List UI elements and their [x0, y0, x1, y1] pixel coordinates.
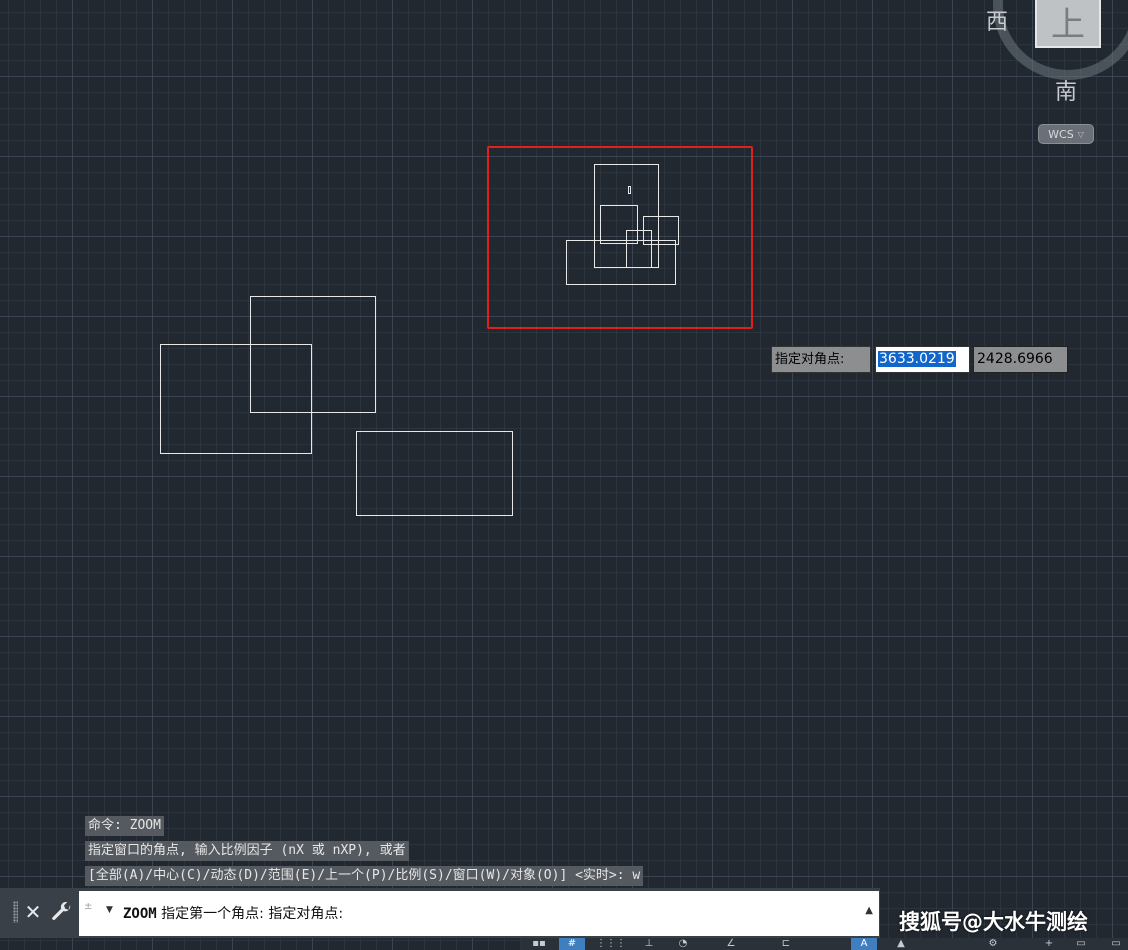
command-prompt-icon: ±	[84, 901, 92, 912]
osnap-toggle-icon[interactable]: ∠	[721, 938, 741, 950]
dynamic-input-x-field[interactable]: 3633.0219	[875, 346, 970, 373]
scale-toggle-icon[interactable]: ▲	[883, 938, 919, 950]
drawing-rectangle[interactable]	[356, 431, 513, 516]
command-history-line: [全部(A)/中心(C)/动态(D)/范围(E)/上一个(P)/比例(S)/窗口…	[85, 866, 643, 886]
snap-toggle-icon[interactable]: ⋮⋮⋮	[591, 938, 631, 950]
wcs-label: WCS	[1048, 128, 1074, 141]
chevron-up-icon[interactable]: ▲	[865, 905, 873, 916]
annotation-toggle-icon[interactable]: A	[851, 938, 877, 950]
watermark: 搜狐号@大水牛测绘	[899, 906, 1088, 936]
compass-west-label[interactable]: 西	[986, 4, 1008, 36]
command-history-line: 指定窗口的角点, 输入比例因子 (nX 或 nXP), 或者	[85, 841, 409, 861]
command-name: ZOOM	[123, 906, 157, 922]
gear-icon[interactable]: ⚙	[983, 938, 1003, 950]
dynamic-input-x-value: 3633.0219	[878, 351, 956, 367]
viewcube-top-face[interactable]: 上	[1035, 0, 1101, 48]
zoom-window-highlight	[487, 146, 753, 329]
chevron-down-icon[interactable]: ▼	[106, 905, 113, 915]
drawing-canvas[interactable]	[0, 0, 1128, 950]
plus-icon[interactable]: +	[1039, 938, 1059, 950]
wcs-menu-button[interactable]: WCS ▽	[1038, 124, 1094, 144]
drawing-rectangle[interactable]	[160, 344, 312, 454]
ortho-toggle-icon[interactable]: ⊥	[639, 938, 659, 950]
command-prompt: 指定第一个角点: 指定对角点:	[161, 906, 343, 922]
drag-handle[interactable]	[13, 901, 18, 923]
dynamic-input-y-field[interactable]: 2428.6966	[973, 346, 1068, 373]
command-input[interactable]: ± ▼ ZOOM 指定第一个角点: 指定对角点: ▲	[79, 891, 879, 936]
grid-toggle-icon[interactable]: #	[559, 938, 585, 950]
otrack-toggle-icon[interactable]: ⊏	[771, 938, 801, 950]
status-bar: ▪▪ # ⋮⋮⋮ ⊥ ◔ ∠ ⊏ A ▲ ⚙ + ▭ ▭	[521, 938, 1128, 950]
polar-toggle-icon[interactable]: ◔	[671, 938, 695, 950]
isolate-icon[interactable]: ▭	[1069, 938, 1093, 950]
model-space-icon[interactable]: ▪▪	[525, 938, 553, 950]
compass-south-label[interactable]: 南	[1055, 74, 1077, 106]
command-line-text: ZOOM 指定第一个角点: 指定对角点:	[123, 903, 343, 923]
command-history-line: 命令: ZOOM	[85, 816, 164, 836]
dynamic-input-prompt: 指定对角点:	[771, 346, 871, 373]
chevron-down-icon: ▽	[1078, 130, 1084, 139]
close-icon[interactable]: ✕	[23, 899, 43, 925]
fullscreen-icon[interactable]: ▭	[1106, 938, 1126, 950]
wrench-icon[interactable]	[50, 900, 74, 924]
